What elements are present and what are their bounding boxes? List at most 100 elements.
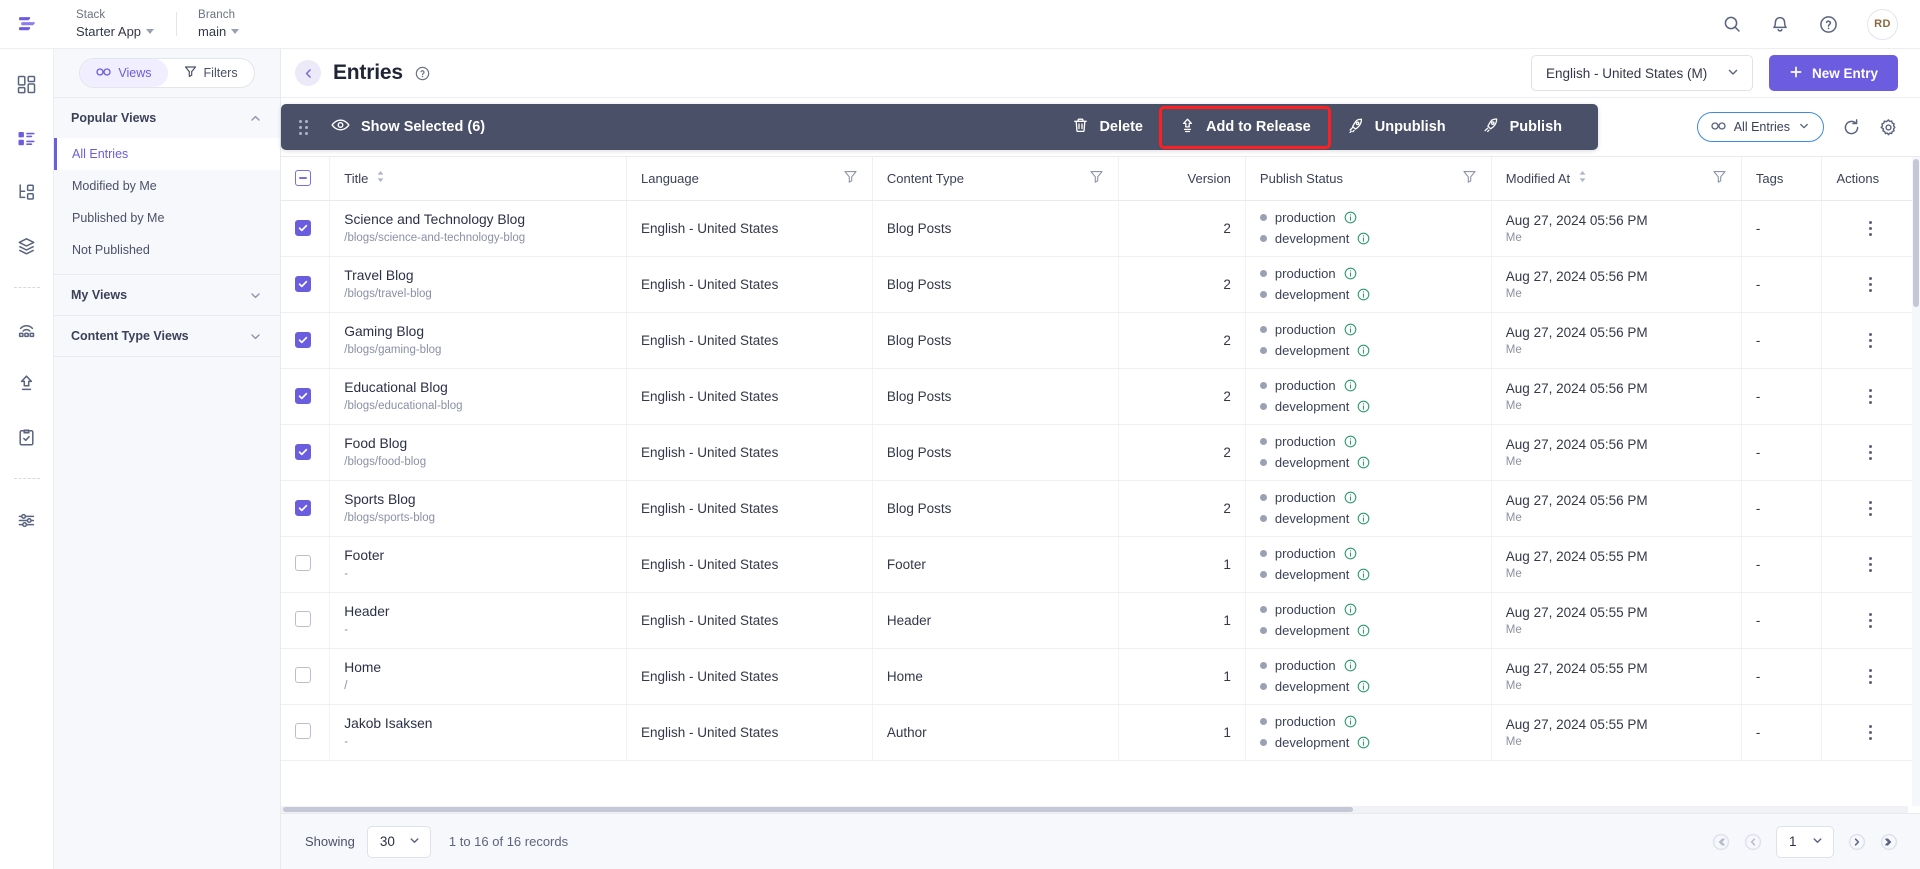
info-circle-icon[interactable] — [1344, 603, 1357, 616]
filter-funnel-icon[interactable] — [1089, 169, 1104, 187]
info-circle-icon[interactable] — [1344, 715, 1357, 728]
row-actions-menu-icon[interactable] — [1836, 556, 1905, 572]
info-circle-icon[interactable] — [1357, 456, 1370, 469]
locale-select[interactable]: English - United States (M) — [1530, 55, 1753, 91]
row-checkbox[interactable] — [295, 388, 311, 404]
info-circle-icon[interactable] — [1357, 624, 1370, 637]
row-actions-menu-icon[interactable] — [1836, 724, 1905, 740]
info-circle-icon[interactable] — [1357, 680, 1370, 693]
table-row[interactable]: Food Blog/blogs/food-blog English - Unite… — [281, 424, 1920, 481]
info-circle-icon[interactable] — [1344, 323, 1357, 336]
cell-title[interactable]: Home / — [329, 648, 627, 705]
table-row[interactable]: Travel Blog/blogs/travel-blog English - U… — [281, 256, 1920, 313]
row-checkbox[interactable] — [295, 276, 311, 292]
info-circle-icon[interactable] — [1344, 267, 1357, 280]
layers-icon[interactable] — [12, 231, 42, 261]
info-circle-icon[interactable] — [1344, 659, 1357, 672]
cell-title[interactable]: Educational Blog/blogs/educational-blog — [329, 368, 627, 425]
table-row[interactable]: Footer - English - United States Footer 1 pro… — [281, 536, 1920, 593]
sort-arrows-icon[interactable] — [376, 170, 385, 186]
collapse-panel-button[interactable] — [295, 60, 321, 86]
info-circle-icon[interactable] — [1357, 400, 1370, 413]
view-selector-pill[interactable]: All Entries — [1696, 112, 1824, 142]
row-actions-menu-icon[interactable] — [1836, 444, 1905, 460]
sidebar-item-modified-by-me[interactable]: Modified by Me — [54, 170, 280, 202]
header-title[interactable]: Title — [329, 157, 627, 201]
filters-tab[interactable]: Filters — [168, 59, 254, 87]
gear-icon[interactable] — [1879, 118, 1898, 137]
help-circle-icon[interactable] — [1818, 14, 1839, 35]
row-actions-menu-icon[interactable] — [1836, 668, 1905, 684]
horizontal-scrollbar-thumb[interactable] — [283, 807, 1353, 812]
table-row[interactable]: Gaming Blog/blogs/gaming-blog English - U… — [281, 312, 1920, 369]
prev-page-button[interactable] — [1744, 833, 1762, 851]
sidebar-item-published-by-me[interactable]: Published by Me — [54, 202, 280, 234]
info-circle-icon[interactable] — [1344, 211, 1357, 224]
help-circle-icon[interactable] — [414, 65, 431, 82]
row-checkbox[interactable] — [295, 722, 311, 739]
row-checkbox[interactable] — [295, 554, 311, 571]
info-circle-icon[interactable] — [1357, 512, 1370, 525]
new-entry-button[interactable]: New Entry — [1768, 55, 1898, 91]
show-selected-button[interactable]: Show Selected (6) — [331, 118, 485, 136]
table-row[interactable]: Science and Technology Blog/blogs/scienc… — [281, 200, 1920, 257]
search-icon[interactable] — [1722, 14, 1742, 34]
cell-title[interactable]: Gaming Blog/blogs/gaming-blog — [329, 312, 627, 369]
chevron-down-icon[interactable] — [249, 330, 262, 343]
table-row[interactable]: Sports Blog/blogs/sports-blog English - U… — [281, 480, 1920, 537]
info-circle-icon[interactable] — [1357, 568, 1370, 581]
chevron-down-icon[interactable] — [249, 289, 262, 302]
row-checkbox[interactable] — [295, 444, 311, 460]
entries-list-icon[interactable] — [12, 123, 42, 153]
content-type-icon[interactable] — [12, 177, 42, 207]
table-row[interactable]: Jakob Isaksen - English - United States Aut… — [281, 704, 1920, 761]
row-actions-menu-icon[interactable] — [1836, 220, 1905, 236]
contentstack-logo-icon[interactable] — [0, 12, 54, 36]
cell-title[interactable]: Footer - — [329, 536, 627, 593]
info-circle-icon[interactable] — [1357, 288, 1370, 301]
next-page-button[interactable] — [1848, 833, 1866, 851]
first-page-button[interactable] — [1712, 833, 1730, 851]
table-row[interactable]: Home / English - United States Home 1 product… — [281, 648, 1920, 705]
table-row[interactable]: Header - English - United States Header 1 pro… — [281, 592, 1920, 649]
unpublish-button[interactable]: Unpublish — [1329, 108, 1464, 147]
info-circle-icon[interactable] — [1344, 435, 1357, 448]
dashboard-grid-icon[interactable] — [12, 69, 42, 99]
clipboard-check-icon[interactable] — [12, 422, 42, 452]
cell-title[interactable]: Sports Blog/blogs/sports-blog — [329, 480, 627, 537]
row-actions-menu-icon[interactable] — [1836, 500, 1905, 516]
info-circle-icon[interactable] — [1357, 344, 1370, 357]
row-checkbox[interactable] — [295, 610, 311, 627]
avatar[interactable]: RD — [1867, 8, 1898, 40]
page-number-select[interactable]: 1 — [1776, 825, 1834, 858]
cell-title[interactable]: Travel Blog/blogs/travel-blog — [329, 256, 627, 313]
sidebar-item-not-published[interactable]: Not Published — [54, 234, 280, 266]
views-group-header-my-views[interactable]: My Views — [54, 275, 280, 315]
bell-icon[interactable] — [1770, 14, 1790, 34]
chevron-up-icon[interactable] — [249, 112, 262, 125]
broadcast-icon[interactable] — [12, 314, 42, 344]
row-checkbox[interactable] — [295, 500, 311, 516]
info-circle-icon[interactable] — [1357, 736, 1370, 749]
cell-title[interactable]: Food Blog/blogs/food-blog — [329, 424, 627, 481]
delete-button[interactable]: Delete — [1054, 108, 1161, 147]
views-tab[interactable]: Views — [80, 59, 168, 87]
select-all-checkbox[interactable] — [295, 170, 311, 187]
row-checkbox[interactable] — [295, 332, 311, 348]
row-actions-menu-icon[interactable] — [1836, 388, 1905, 404]
vertical-scrollbar[interactable] — [1912, 157, 1920, 806]
views-group-header-popular[interactable]: Popular Views — [54, 98, 280, 138]
cell-title[interactable]: Science and Technology Blog/blogs/scienc… — [329, 200, 627, 257]
row-checkbox[interactable] — [295, 220, 311, 236]
sort-arrows-icon[interactable] — [1578, 170, 1587, 186]
info-circle-icon[interactable] — [1357, 232, 1370, 245]
cell-title[interactable]: Jakob Isaksen - — [329, 704, 627, 761]
horizontal-scrollbar[interactable] — [281, 806, 1908, 813]
table-row[interactable]: Educational Blog/blogs/educational-blog E… — [281, 368, 1920, 425]
vertical-scrollbar-thumb[interactable] — [1913, 159, 1919, 307]
filter-funnel-icon[interactable] — [843, 169, 858, 187]
sliders-icon[interactable] — [12, 505, 42, 535]
row-checkbox[interactable] — [295, 666, 311, 683]
refresh-icon[interactable] — [1842, 118, 1861, 137]
cell-title[interactable]: Header - — [329, 592, 627, 649]
